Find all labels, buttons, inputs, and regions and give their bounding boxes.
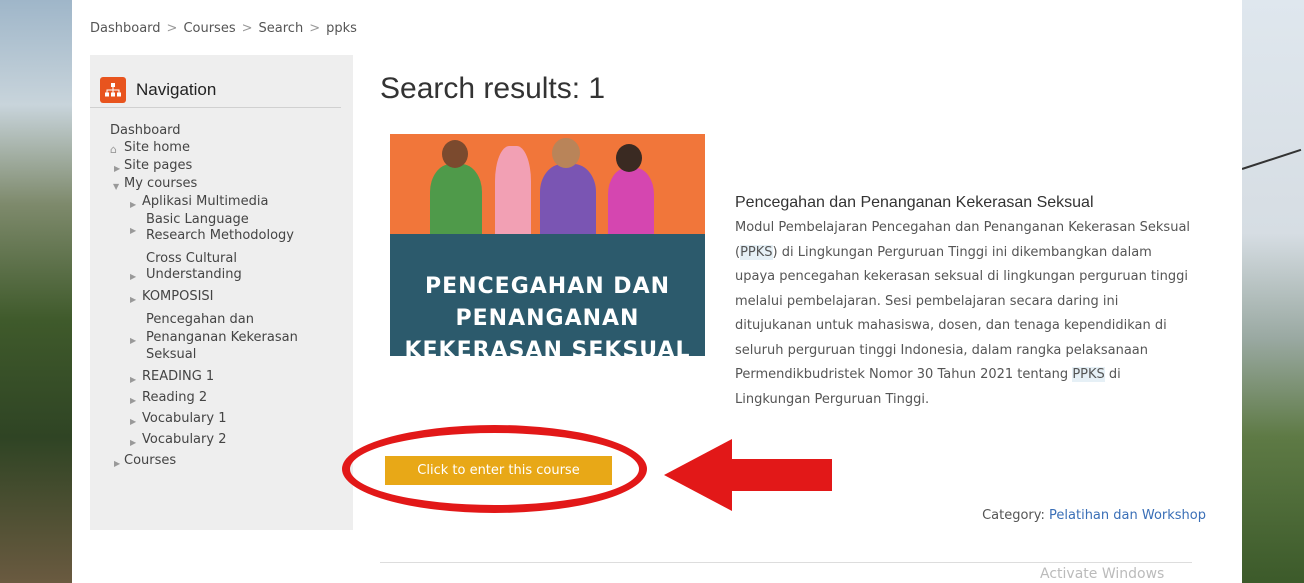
breadcrumb: Dashboard > Courses > Search > ppks (90, 21, 357, 36)
course-name-link[interactable]: Pencegahan dan Penanganan Kekerasan Seks… (735, 194, 1094, 212)
nav-item-site-pages[interactable]: Site pages (124, 158, 192, 174)
nav-item-dashboard[interactable]: Dashboard (110, 123, 181, 139)
chevron-right-icon[interactable]: ▶ (130, 197, 136, 213)
nav-item-site-home[interactable]: Site home (124, 140, 190, 156)
breadcrumb-separator: > (309, 21, 321, 36)
nav-item-courses[interactable]: Courses (124, 453, 176, 469)
chevron-right-icon[interactable]: ▶ (114, 161, 120, 177)
breadcrumb-separator: > (166, 21, 178, 36)
nav-item-komposisi[interactable]: KOMPOSISI (142, 289, 214, 305)
nav-item-cross-cultural[interactable]: Cross Cultural (146, 251, 237, 267)
search-highlight: PPKS (1072, 367, 1105, 382)
navigation-header: Navigation (90, 55, 341, 108)
nav-item-aplikasi-multimedia[interactable]: Aplikasi Multimedia (142, 194, 268, 210)
chevron-right-icon[interactable]: ▶ (130, 435, 136, 451)
nav-item-research-methodology[interactable]: Research Methodology (146, 228, 294, 244)
chevron-right-icon[interactable]: ▶ (130, 269, 136, 285)
nav-item-ppks-line1[interactable]: Pencegahan dan (146, 312, 254, 328)
nav-item-vocabulary-2[interactable]: Vocabulary 2 (142, 432, 226, 448)
divider (380, 562, 1192, 563)
home-icon: ⌂ (110, 143, 117, 156)
background-photo-right (1241, 0, 1304, 583)
breadcrumb-courses[interactable]: Courses (183, 21, 235, 36)
background-photo-left (0, 0, 72, 583)
chevron-right-icon[interactable]: ▶ (130, 372, 136, 388)
chevron-right-icon[interactable]: ▶ (130, 223, 136, 239)
search-highlight: PPKS (740, 244, 773, 260)
course-category: Category: Pelatihan dan Workshop (982, 508, 1206, 523)
page-title: Search results: 1 (380, 72, 606, 105)
navigation-block: Navigation Dashboard ⌂ Site home ▶ Site … (90, 55, 353, 530)
nav-item-reading-1[interactable]: READING 1 (142, 369, 214, 385)
nav-item-reading-2[interactable]: Reading 2 (142, 390, 207, 406)
course-summary: Modul Pembelajaran Pencegahan dan Penang… (735, 216, 1191, 412)
nav-item-understanding[interactable]: Understanding (146, 267, 242, 283)
course-image-text-3: KEKERASAN SEKSUAL (404, 338, 691, 356)
chevron-right-icon[interactable]: ▶ (130, 414, 136, 430)
nav-item-ppks-line3[interactable]: Seksual (146, 347, 196, 363)
course-image-illustration (390, 134, 705, 234)
sitemap-icon (100, 77, 126, 103)
page-content: Dashboard > Courses > Search > ppks Navigation (72, 0, 1242, 583)
chevron-down-icon[interactable]: ▼ (113, 179, 119, 195)
chevron-right-icon[interactable]: ▶ (130, 393, 136, 409)
category-link[interactable]: Pelatihan dan Workshop (1049, 508, 1206, 523)
course-image-text-2: PENANGANAN (455, 306, 640, 331)
breadcrumb-current: ppks (326, 21, 357, 36)
chevron-right-icon[interactable]: ▶ (130, 333, 136, 349)
chevron-right-icon[interactable]: ▶ (130, 292, 136, 308)
breadcrumb-separator: > (241, 21, 253, 36)
navigation-title: Navigation (136, 80, 217, 99)
chevron-right-icon[interactable]: ▶ (114, 456, 120, 472)
course-image-text-1: PENCEGAHAN DAN (424, 274, 671, 299)
nav-item-basic-language[interactable]: Basic Language (146, 212, 249, 228)
annotation-arrow-icon (664, 439, 832, 511)
nav-item-my-courses[interactable]: My courses (124, 176, 197, 192)
windows-watermark: Activate Windows (1040, 566, 1165, 582)
breadcrumb-dashboard[interactable]: Dashboard (90, 21, 161, 36)
breadcrumb-search[interactable]: Search (259, 21, 304, 36)
annotation-circle (342, 425, 647, 513)
category-label: Category: (982, 508, 1045, 523)
course-image[interactable]: PENCEGAHAN DAN PENANGANAN KEKERASAN SEKS… (390, 134, 705, 356)
summary-text: ) di Lingkungan Perguruan Tinggi ini dik… (735, 244, 1189, 383)
nav-item-vocabulary-1[interactable]: Vocabulary 1 (142, 411, 226, 427)
nav-item-ppks-line2[interactable]: Penanganan Kekerasan (146, 330, 298, 346)
